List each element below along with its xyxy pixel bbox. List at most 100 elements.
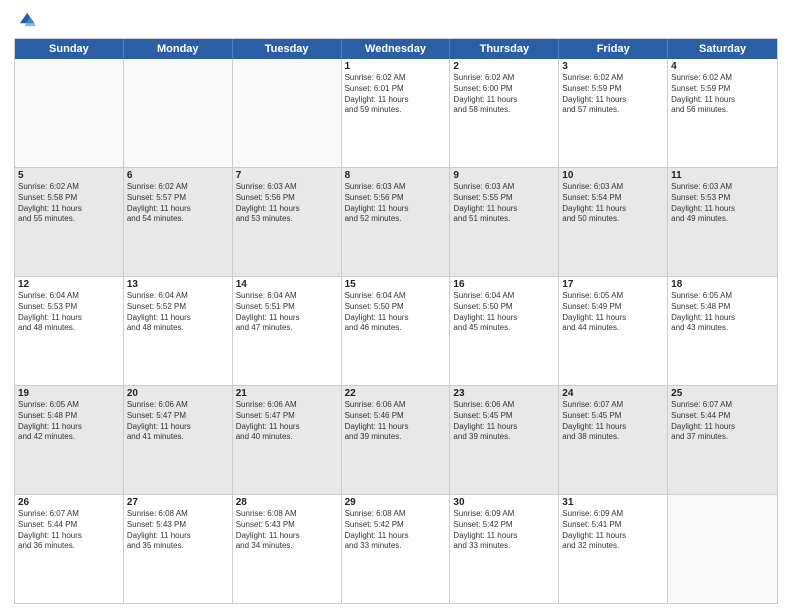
day-number: 17: [562, 279, 664, 290]
day-info: Sunrise: 6:04 AM Sunset: 5:51 PM Dayligh…: [236, 291, 338, 334]
day-number: 1: [345, 61, 447, 72]
logo: [14, 10, 40, 32]
day-number: 26: [18, 497, 120, 508]
day-number: 11: [671, 170, 774, 181]
day-header-tuesday: Tuesday: [233, 39, 342, 59]
day-header-sunday: Sunday: [15, 39, 124, 59]
day-cell: 5Sunrise: 6:02 AM Sunset: 5:58 PM Daylig…: [15, 168, 124, 276]
day-cell: 13Sunrise: 6:04 AM Sunset: 5:52 PM Dayli…: [124, 277, 233, 385]
day-info: Sunrise: 6:03 AM Sunset: 5:53 PM Dayligh…: [671, 182, 774, 225]
day-info: Sunrise: 6:07 AM Sunset: 5:44 PM Dayligh…: [18, 509, 120, 552]
day-number: 10: [562, 170, 664, 181]
day-cell: 23Sunrise: 6:06 AM Sunset: 5:45 PM Dayli…: [450, 386, 559, 494]
day-header-saturday: Saturday: [668, 39, 777, 59]
day-header-thursday: Thursday: [450, 39, 559, 59]
day-number: 22: [345, 388, 447, 399]
day-number: 18: [671, 279, 774, 290]
week-row-2: 5Sunrise: 6:02 AM Sunset: 5:58 PM Daylig…: [15, 168, 777, 277]
day-info: Sunrise: 6:06 AM Sunset: 5:45 PM Dayligh…: [453, 400, 555, 443]
day-number: 31: [562, 497, 664, 508]
day-info: Sunrise: 6:06 AM Sunset: 5:47 PM Dayligh…: [236, 400, 338, 443]
day-info: Sunrise: 6:08 AM Sunset: 5:42 PM Dayligh…: [345, 509, 447, 552]
day-cell: 24Sunrise: 6:07 AM Sunset: 5:45 PM Dayli…: [559, 386, 668, 494]
day-cell: 10Sunrise: 6:03 AM Sunset: 5:54 PM Dayli…: [559, 168, 668, 276]
day-number: 6: [127, 170, 229, 181]
day-header-wednesday: Wednesday: [342, 39, 451, 59]
day-number: 28: [236, 497, 338, 508]
day-cell: 31Sunrise: 6:09 AM Sunset: 5:41 PM Dayli…: [559, 495, 668, 603]
day-info: Sunrise: 6:06 AM Sunset: 5:47 PM Dayligh…: [127, 400, 229, 443]
day-info: Sunrise: 6:04 AM Sunset: 5:50 PM Dayligh…: [345, 291, 447, 334]
day-cell: 27Sunrise: 6:08 AM Sunset: 5:43 PM Dayli…: [124, 495, 233, 603]
day-cell: 21Sunrise: 6:06 AM Sunset: 5:47 PM Dayli…: [233, 386, 342, 494]
day-info: Sunrise: 6:04 AM Sunset: 5:52 PM Dayligh…: [127, 291, 229, 334]
day-info: Sunrise: 6:09 AM Sunset: 5:42 PM Dayligh…: [453, 509, 555, 552]
logo-icon: [14, 10, 36, 32]
day-cell: 12Sunrise: 6:04 AM Sunset: 5:53 PM Dayli…: [15, 277, 124, 385]
day-info: Sunrise: 6:02 AM Sunset: 5:59 PM Dayligh…: [562, 73, 664, 116]
day-cell: 30Sunrise: 6:09 AM Sunset: 5:42 PM Dayli…: [450, 495, 559, 603]
day-number: 16: [453, 279, 555, 290]
day-cell: 22Sunrise: 6:06 AM Sunset: 5:46 PM Dayli…: [342, 386, 451, 494]
calendar: SundayMondayTuesdayWednesdayThursdayFrid…: [14, 38, 778, 604]
day-number: 24: [562, 388, 664, 399]
day-cell: 6Sunrise: 6:02 AM Sunset: 5:57 PM Daylig…: [124, 168, 233, 276]
day-cell: 18Sunrise: 6:05 AM Sunset: 5:48 PM Dayli…: [668, 277, 777, 385]
day-number: 3: [562, 61, 664, 72]
day-info: Sunrise: 6:05 AM Sunset: 5:49 PM Dayligh…: [562, 291, 664, 334]
day-cell: 4Sunrise: 6:02 AM Sunset: 5:59 PM Daylig…: [668, 59, 777, 167]
day-cell: 29Sunrise: 6:08 AM Sunset: 5:42 PM Dayli…: [342, 495, 451, 603]
day-cell: 15Sunrise: 6:04 AM Sunset: 5:50 PM Dayli…: [342, 277, 451, 385]
day-number: 13: [127, 279, 229, 290]
day-info: Sunrise: 6:07 AM Sunset: 5:45 PM Dayligh…: [562, 400, 664, 443]
day-cell: 2Sunrise: 6:02 AM Sunset: 6:00 PM Daylig…: [450, 59, 559, 167]
day-number: 15: [345, 279, 447, 290]
day-number: 2: [453, 61, 555, 72]
day-cell: [124, 59, 233, 167]
day-headers: SundayMondayTuesdayWednesdayThursdayFrid…: [15, 39, 777, 59]
day-info: Sunrise: 6:03 AM Sunset: 5:54 PM Dayligh…: [562, 182, 664, 225]
day-info: Sunrise: 6:02 AM Sunset: 6:00 PM Dayligh…: [453, 73, 555, 116]
day-info: Sunrise: 6:05 AM Sunset: 5:48 PM Dayligh…: [671, 291, 774, 334]
day-info: Sunrise: 6:05 AM Sunset: 5:48 PM Dayligh…: [18, 400, 120, 443]
day-cell: 9Sunrise: 6:03 AM Sunset: 5:55 PM Daylig…: [450, 168, 559, 276]
day-info: Sunrise: 6:02 AM Sunset: 6:01 PM Dayligh…: [345, 73, 447, 116]
day-cell: [233, 59, 342, 167]
day-cell: [668, 495, 777, 603]
day-cell: 14Sunrise: 6:04 AM Sunset: 5:51 PM Dayli…: [233, 277, 342, 385]
day-number: 14: [236, 279, 338, 290]
day-info: Sunrise: 6:08 AM Sunset: 5:43 PM Dayligh…: [236, 509, 338, 552]
day-cell: [15, 59, 124, 167]
day-info: Sunrise: 6:02 AM Sunset: 5:59 PM Dayligh…: [671, 73, 774, 116]
day-info: Sunrise: 6:02 AM Sunset: 5:57 PM Dayligh…: [127, 182, 229, 225]
week-row-1: 1Sunrise: 6:02 AM Sunset: 6:01 PM Daylig…: [15, 59, 777, 168]
day-number: 5: [18, 170, 120, 181]
day-number: 7: [236, 170, 338, 181]
day-number: 12: [18, 279, 120, 290]
day-cell: 17Sunrise: 6:05 AM Sunset: 5:49 PM Dayli…: [559, 277, 668, 385]
day-info: Sunrise: 6:07 AM Sunset: 5:44 PM Dayligh…: [671, 400, 774, 443]
day-info: Sunrise: 6:04 AM Sunset: 5:50 PM Dayligh…: [453, 291, 555, 334]
day-number: 21: [236, 388, 338, 399]
day-cell: 25Sunrise: 6:07 AM Sunset: 5:44 PM Dayli…: [668, 386, 777, 494]
day-number: 30: [453, 497, 555, 508]
day-cell: 16Sunrise: 6:04 AM Sunset: 5:50 PM Dayli…: [450, 277, 559, 385]
day-number: 25: [671, 388, 774, 399]
day-info: Sunrise: 6:02 AM Sunset: 5:58 PM Dayligh…: [18, 182, 120, 225]
day-number: 8: [345, 170, 447, 181]
day-info: Sunrise: 6:03 AM Sunset: 5:56 PM Dayligh…: [345, 182, 447, 225]
day-number: 20: [127, 388, 229, 399]
week-row-3: 12Sunrise: 6:04 AM Sunset: 5:53 PM Dayli…: [15, 277, 777, 386]
day-cell: 8Sunrise: 6:03 AM Sunset: 5:56 PM Daylig…: [342, 168, 451, 276]
day-info: Sunrise: 6:09 AM Sunset: 5:41 PM Dayligh…: [562, 509, 664, 552]
day-info: Sunrise: 6:06 AM Sunset: 5:46 PM Dayligh…: [345, 400, 447, 443]
day-info: Sunrise: 6:03 AM Sunset: 5:56 PM Dayligh…: [236, 182, 338, 225]
day-header-monday: Monday: [124, 39, 233, 59]
day-number: 27: [127, 497, 229, 508]
page: SundayMondayTuesdayWednesdayThursdayFrid…: [0, 0, 792, 612]
day-info: Sunrise: 6:04 AM Sunset: 5:53 PM Dayligh…: [18, 291, 120, 334]
day-number: 29: [345, 497, 447, 508]
day-number: 19: [18, 388, 120, 399]
day-cell: 19Sunrise: 6:05 AM Sunset: 5:48 PM Dayli…: [15, 386, 124, 494]
day-cell: 11Sunrise: 6:03 AM Sunset: 5:53 PM Dayli…: [668, 168, 777, 276]
